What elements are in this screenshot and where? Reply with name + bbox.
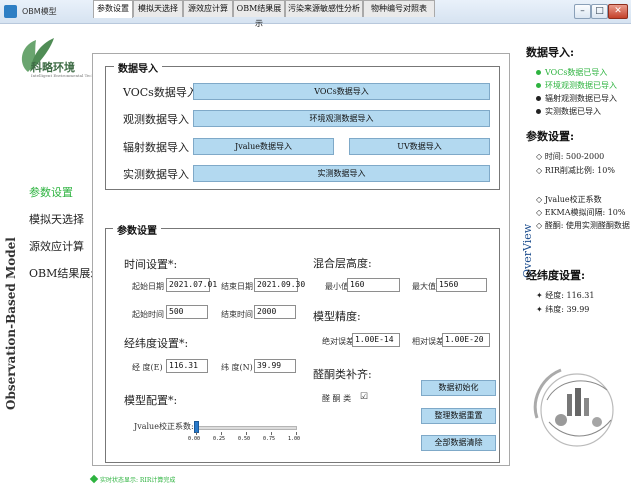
longitude-label: 经 度(E) <box>132 363 163 372</box>
logo-subtitle: Intelligent Environmental Tech <box>31 73 95 78</box>
overview-param-item: ◇ 时间: 500-2000 <box>536 152 605 161</box>
status-dot-icon <box>536 109 541 114</box>
overview-param-item: ◇ 醛酮: 使用实测醛酮数据 <box>536 221 630 230</box>
slider-tick-label: 0.25 <box>213 436 226 442</box>
slider-tick-label: 0.50 <box>238 436 251 442</box>
status-text: 实时状态显示: RIR计算完成 <box>100 477 176 484</box>
slider-tick <box>221 432 222 435</box>
start-date-label: 起始日期 <box>132 282 164 291</box>
tab-sensitivity[interactable]: 污染来源敏感性分析 <box>285 0 363 17</box>
data-import-title: 数据导入 <box>114 60 162 75</box>
abs-error-field[interactable]: 1.00E-14 <box>352 333 400 347</box>
tab-obm-results[interactable]: OBM结果展示 <box>233 0 285 28</box>
overview-data-head: 数据导入: <box>526 46 575 59</box>
obs-import-label: 观测数据导入 <box>123 113 189 126</box>
overview-data-item-text: 辐射观测数据已导入 <box>545 94 617 103</box>
slider-tick-label: 1.00 <box>288 436 301 442</box>
status-dot-icon <box>536 83 541 88</box>
mixing-height-label: 混合层高度: <box>313 257 372 270</box>
minimize-button[interactable]: – <box>574 4 591 19</box>
uv-import-button[interactable]: UV数据导入 <box>349 138 490 155</box>
status-dot-icon <box>536 96 541 101</box>
rel-error-field[interactable]: 1.00E-20 <box>442 333 490 347</box>
tab-species-table[interactable]: 物种编号对照表 <box>363 0 435 17</box>
slider-tick-label: 0.75 <box>263 436 276 442</box>
slider-tick <box>246 432 247 435</box>
measured-import-button[interactable]: 实测数据导入 <box>193 165 490 182</box>
abs-error-label: 绝对误差 <box>322 337 354 346</box>
end-date-field[interactable]: 2021.09.30 <box>254 278 305 292</box>
mixing-min-field[interactable]: 160 <box>347 278 400 292</box>
data-reset-button[interactable]: 整理数据重置 <box>421 408 496 424</box>
vocs-import-button[interactable]: VOCs数据导入 <box>193 83 490 100</box>
overview-param-item: ◇ EKMA模拟间隔: 10% <box>536 208 626 217</box>
mixing-max-label: 最大值 <box>412 282 436 291</box>
latitude-label: 纬 度(N) <box>221 363 253 372</box>
overview-data-item: 辐射观测数据已导入 <box>536 93 617 104</box>
latitude-field[interactable]: 39.99 <box>254 359 296 373</box>
overview-data-item: VOCs数据已导入 <box>536 67 607 78</box>
precision-label: 模型精度: <box>313 310 361 323</box>
end-time-label: 结束时间 <box>221 310 253 319</box>
overview-lat-item: ✦ 纬度: 39.99 <box>536 305 590 314</box>
time-settings-label: 时间设置*: <box>124 258 178 271</box>
vocs-import-label: VOCs数据导入 <box>123 86 198 99</box>
maximize-button[interactable]: □ <box>591 4 608 19</box>
ketone-checkbox[interactable]: ☑ <box>360 392 368 402</box>
close-button[interactable]: ✕ <box>608 4 628 19</box>
tab-sim-day[interactable]: 模拟天选择 <box>133 0 183 17</box>
nav-sim-day-select[interactable]: 模拟天选择 <box>29 211 84 227</box>
end-time-field[interactable]: 2000 <box>254 305 296 319</box>
status-diamond-icon <box>89 474 99 484</box>
overview-data-item: 环境观测数据已导入 <box>536 80 617 91</box>
nav-param-settings[interactable]: 参数设置 <box>29 184 73 200</box>
start-time-label: 起始时间 <box>132 310 164 319</box>
data-init-button[interactable]: 数据初始化 <box>421 380 496 396</box>
latlon-settings-label: 经纬度设置*: <box>124 337 189 350</box>
globe-decoration-icon <box>533 368 614 447</box>
overview-data-item-text: 环境观测数据已导入 <box>545 81 617 90</box>
overview-data-item-text: 实测数据已导入 <box>545 107 601 116</box>
nav-source-effect[interactable]: 源效应计算 <box>29 238 84 254</box>
slider-tick <box>196 432 197 435</box>
measured-import-label: 实测数据导入 <box>123 168 189 181</box>
rel-error-label: 相对误差 <box>412 337 444 346</box>
status-bar: 实时状态显示: RIR计算完成 <box>89 474 176 484</box>
rad-import-label: 辐射数据导入 <box>123 141 189 154</box>
jvalue-import-button[interactable]: Jvalue数据导入 <box>193 138 334 155</box>
ketone-checkbox-label: 醛 酮 类 <box>322 394 352 403</box>
overview-latlon-head: 经纬度设置: <box>526 269 586 282</box>
obs-import-button[interactable]: 环境观测数据导入 <box>193 110 490 127</box>
tab-source-effect[interactable]: 源效应计算 <box>183 0 233 17</box>
longitude-field[interactable]: 116.31 <box>166 359 208 373</box>
ketone-label: 醛酮类补齐: <box>313 368 372 381</box>
status-dot-icon <box>536 70 541 75</box>
overview-param-head: 参数设置: <box>526 130 575 143</box>
start-time-field[interactable]: 500 <box>166 305 208 319</box>
window-title: OBM模型 <box>22 7 57 16</box>
vertical-model-title: Observation-Based Model <box>4 237 18 410</box>
overview-data-item-text: VOCs数据已导入 <box>545 68 608 77</box>
nav-obm-results[interactable]: OBM结果展示 <box>29 265 101 281</box>
tab-param-settings[interactable]: 参数设置 <box>93 0 133 18</box>
mixing-max-field[interactable]: 1560 <box>436 278 487 292</box>
slider-tick-label: 0.00 <box>188 436 201 442</box>
data-clear-button[interactable]: 全部数据清除 <box>421 435 496 451</box>
overview-param-item: ◇ Jvalue校正系数 <box>536 195 602 204</box>
slider-tick <box>296 432 297 435</box>
overview-data-item: 实测数据已导入 <box>536 106 601 117</box>
app-icon <box>4 5 17 18</box>
overview-param-item: ◇ RIR削减比例: 10% <box>536 166 615 175</box>
overview-lon-item: ✦ 经度: 116.31 <box>536 291 595 300</box>
slider-tick <box>271 432 272 435</box>
end-date-label: 结束日期 <box>221 282 253 291</box>
jvalue-slider-track[interactable] <box>195 426 297 430</box>
jvalue-slider-label: Jvalue校正系数: <box>134 422 194 431</box>
model-config-label: 模型配置*: <box>124 394 178 407</box>
start-date-field[interactable]: 2021.07.01 <box>166 278 217 292</box>
params-title: 参数设置 <box>113 222 161 237</box>
mixing-min-label: 最小值 <box>325 282 349 291</box>
